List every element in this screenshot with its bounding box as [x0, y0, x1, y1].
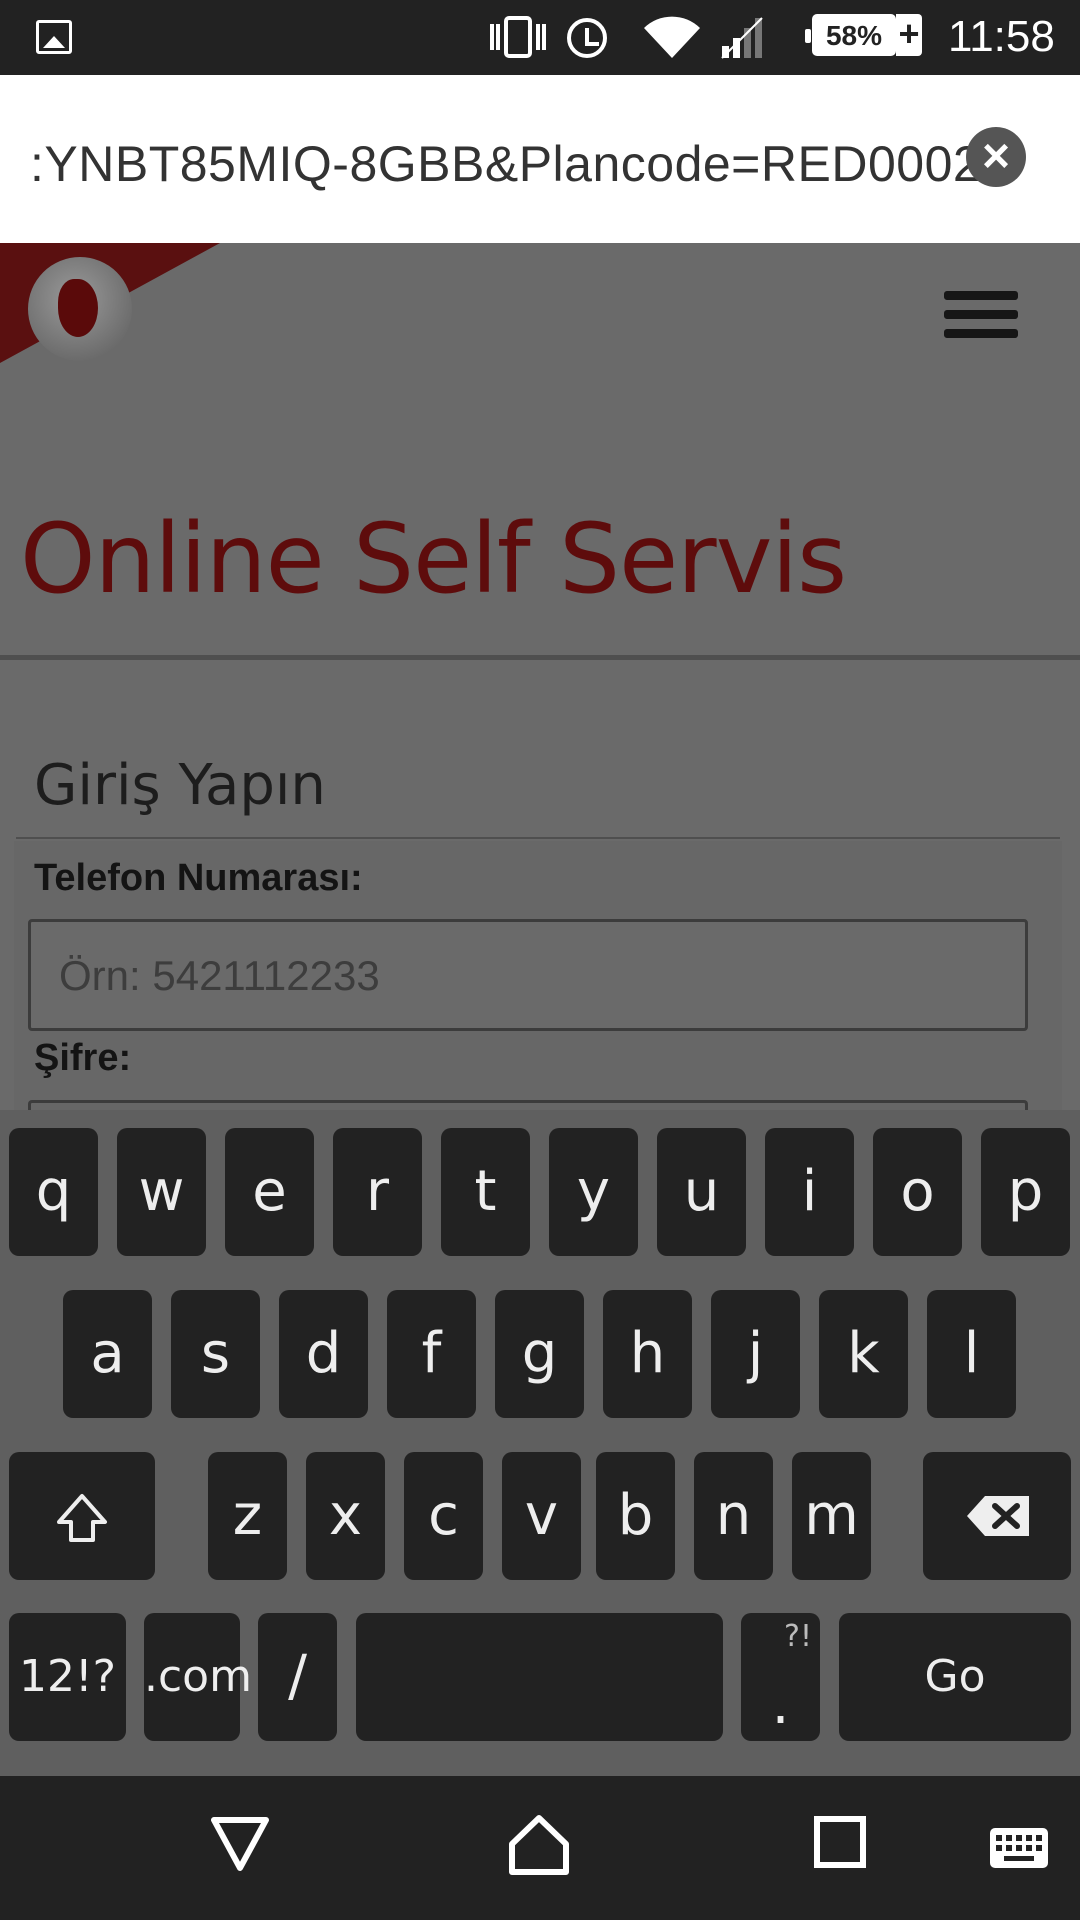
close-icon: × — [981, 130, 1011, 183]
clear-url-button[interactable]: × — [966, 127, 1026, 187]
key-u[interactable]: u — [657, 1128, 746, 1256]
wifi-icon — [640, 14, 704, 60]
soft-keyboard: q w e r t y u i o p a s d f g h j k l z … — [0, 1110, 1080, 1776]
keyboard-icon[interactable] — [988, 1826, 1050, 1870]
key-i[interactable]: i — [765, 1128, 854, 1256]
key-l[interactable]: l — [927, 1290, 1016, 1418]
phone-label: Telefon Numarası: — [34, 857, 363, 899]
shift-icon — [57, 1494, 107, 1542]
key-f[interactable]: f — [387, 1290, 476, 1418]
key-g[interactable]: g — [495, 1290, 584, 1418]
section-title: Giriş Yapın — [34, 753, 326, 818]
recent-apps-icon[interactable] — [812, 1814, 868, 1870]
key-w[interactable]: w — [117, 1128, 206, 1256]
vodafone-logo-icon[interactable] — [28, 257, 132, 361]
password-input[interactable] — [28, 1100, 1028, 1110]
navigation-bar — [0, 1776, 1080, 1920]
charging-icon: + — [896, 14, 922, 56]
key-y[interactable]: y — [549, 1128, 638, 1256]
password-label: Şifre: — [34, 1037, 132, 1079]
phone-input[interactable]: Örn: 5421112233 — [28, 919, 1028, 1031]
key-k[interactable]: k — [819, 1290, 908, 1418]
key-h[interactable]: h — [603, 1290, 692, 1418]
menu-icon[interactable] — [944, 291, 1018, 345]
shift-key[interactable] — [9, 1452, 155, 1580]
key-z[interactable]: z — [208, 1452, 287, 1580]
key-b[interactable]: b — [596, 1452, 675, 1580]
backspace-icon — [967, 1496, 1029, 1536]
vibrate-icon — [490, 14, 546, 60]
key-o[interactable]: o — [873, 1128, 962, 1256]
key-m[interactable]: m — [792, 1452, 871, 1580]
symbols-key[interactable]: 12!? — [9, 1613, 126, 1741]
key-t[interactable]: t — [441, 1128, 530, 1256]
key-q[interactable]: q — [9, 1128, 98, 1256]
page-title: Online Self Servis — [20, 503, 847, 615]
alarm-icon — [564, 14, 610, 60]
key-e[interactable]: e — [225, 1128, 314, 1256]
battery-icon: 58% + — [805, 14, 922, 60]
period-key[interactable]: ?! . — [741, 1613, 820, 1741]
home-icon[interactable] — [506, 1814, 572, 1878]
key-v[interactable]: v — [502, 1452, 581, 1580]
url-bar[interactable]: :YNBT85MIQ-8GBB&Plancode=RED0002 × — [0, 75, 1080, 243]
status-bar: 58% + 11:58 — [0, 0, 1080, 75]
key-x[interactable]: x — [306, 1452, 385, 1580]
go-key[interactable]: Go — [839, 1613, 1071, 1741]
gallery-icon — [36, 20, 72, 54]
period-hint: ?! — [784, 1619, 812, 1654]
backspace-key[interactable] — [923, 1452, 1071, 1580]
key-j[interactable]: j — [711, 1290, 800, 1418]
divider — [0, 655, 1080, 660]
signal-icon — [720, 14, 770, 60]
clock: 11:58 — [948, 12, 1055, 61]
space-key[interactable] — [356, 1613, 723, 1741]
divider — [16, 837, 1060, 839]
dotcom-key[interactable]: .com — [144, 1613, 252, 1741]
key-s[interactable]: s — [171, 1290, 260, 1418]
key-d[interactable]: d — [279, 1290, 368, 1418]
back-icon[interactable] — [208, 1814, 272, 1874]
key-c[interactable]: c — [404, 1452, 483, 1580]
key-p[interactable]: p — [981, 1128, 1070, 1256]
key-a[interactable]: a — [63, 1290, 152, 1418]
battery-level: 58% — [805, 14, 896, 56]
key-r[interactable]: r — [333, 1128, 422, 1256]
url-input[interactable]: :YNBT85MIQ-8GBB&Plancode=RED0002 — [30, 135, 981, 193]
slash-key[interactable]: / — [258, 1613, 337, 1741]
web-page: Online Self Servis Giriş Yapın Telefon N… — [0, 243, 1080, 1110]
key-n[interactable]: n — [694, 1452, 773, 1580]
phone-placeholder: Örn: 5421112233 — [59, 952, 380, 999]
